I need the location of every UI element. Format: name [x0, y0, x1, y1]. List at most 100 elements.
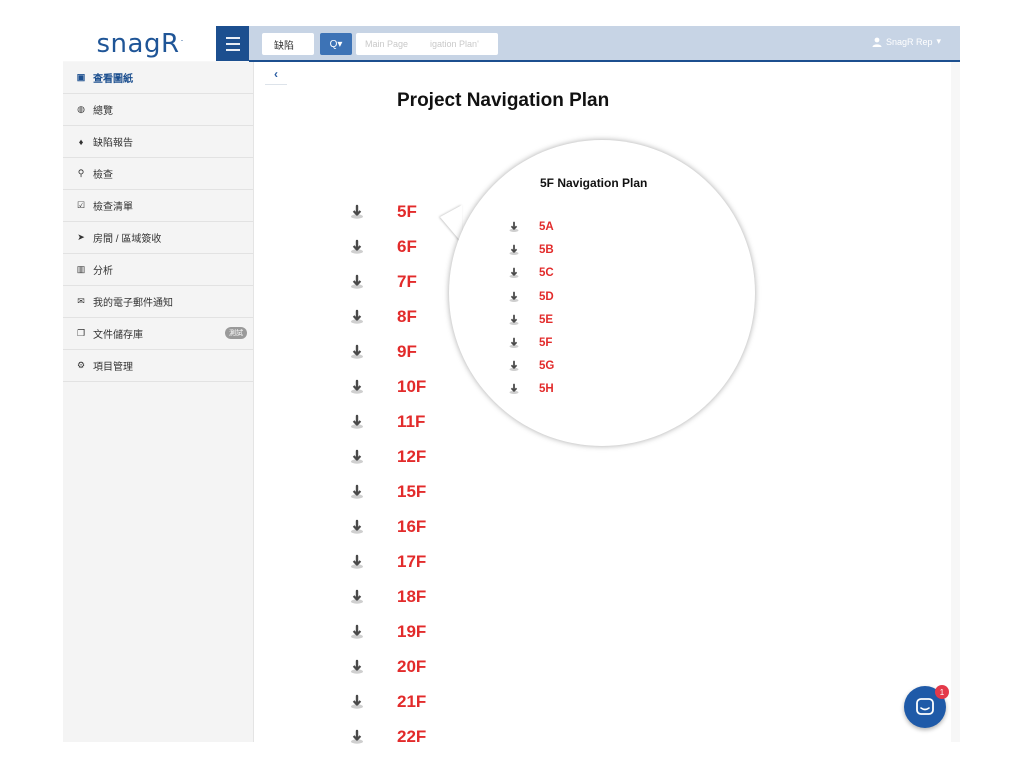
download-icon[interactable] — [348, 483, 366, 501]
floor-link[interactable]: 12F — [397, 447, 426, 467]
download-icon[interactable] — [348, 308, 366, 326]
floor-link[interactable]: 19F — [397, 622, 426, 642]
floor-link[interactable]: 8F — [397, 307, 417, 327]
breadcrumb-item[interactable]: Main Page — [365, 39, 408, 49]
sidebar-item-view-drawings[interactable]: ▣ 查看圖紙 — [63, 62, 253, 94]
floor-row: 8F — [348, 303, 417, 331]
floor-link[interactable]: 7F — [397, 272, 417, 292]
download-icon[interactable] — [348, 588, 366, 606]
sub-area-link[interactable]: 5G — [539, 360, 554, 372]
floor-link[interactable]: 21F — [397, 692, 426, 712]
floor-link[interactable]: 6F — [397, 237, 417, 257]
logo-mark: · — [180, 34, 184, 45]
download-icon[interactable] — [348, 413, 366, 431]
floor-row: 9F — [348, 338, 417, 366]
floor-link[interactable]: 18F — [397, 587, 426, 607]
sub-area-link[interactable]: 5B — [539, 244, 554, 256]
send-icon: ➤ — [77, 232, 85, 242]
sidebar-item-checklist[interactable]: ☑ 檢查清單 — [63, 190, 253, 222]
sidebar-item-overview[interactable]: ◍ 總覽 — [63, 94, 253, 126]
download-icon[interactable] — [348, 448, 366, 466]
logo-text: snagR — [96, 28, 180, 59]
floor-link[interactable]: 11F — [397, 412, 425, 432]
unread-badge: 1 — [935, 685, 949, 699]
search-icon: ⚲ — [77, 168, 85, 178]
floor-row: 6F — [348, 233, 417, 261]
sub-area-row: 5B — [507, 241, 554, 259]
map-marker-icon: ♦ — [78, 136, 84, 147]
sub-area-link[interactable]: 5A — [539, 221, 554, 233]
download-icon[interactable] — [507, 336, 521, 350]
sidebar-item-document-repository[interactable]: ❐ 文件儲存庫 測試 — [63, 318, 253, 350]
floor-link[interactable]: 9F — [397, 342, 417, 362]
sidebar-item-project-management[interactable]: ⚙ 項目管理 — [63, 350, 253, 382]
download-icon[interactable] — [348, 238, 366, 256]
sidebar-item-email-notifications[interactable]: ✉ 我的電子郵件通知 — [63, 286, 253, 318]
sidebar-item-inspection[interactable]: ⚲ 檢查 — [63, 158, 253, 190]
floor-link[interactable]: 22F — [397, 727, 426, 747]
sidebar-item-label: 總覽 — [93, 106, 113, 117]
sub-area-row: 5G — [507, 357, 554, 375]
floor-row: 22F — [348, 723, 426, 751]
sidebar-item-defect-report[interactable]: ♦ 缺陷報告 — [63, 126, 253, 158]
sidebar-item-analysis[interactable]: ▥ 分析 — [63, 254, 253, 286]
floor-link[interactable]: 17F — [397, 552, 426, 572]
download-icon[interactable] — [507, 266, 521, 280]
sidebar-item-room-signoff[interactable]: ➤ 房間 / 區域簽收 — [63, 222, 253, 254]
download-icon[interactable] — [507, 313, 521, 327]
download-icon[interactable] — [507, 359, 521, 373]
download-icon[interactable] — [348, 658, 366, 676]
download-icon[interactable] — [348, 553, 366, 571]
sub-area-row: 5H — [507, 380, 554, 398]
caret-down-icon: ▾ — [936, 36, 942, 46]
floor-link[interactable]: 20F — [397, 657, 426, 677]
floor-link[interactable]: 15F — [397, 482, 426, 502]
hamburger-icon — [225, 35, 240, 53]
back-button[interactable]: ‹ — [265, 64, 287, 85]
breadcrumb-item[interactable]: igation Plan' — [430, 39, 479, 49]
sub-area-link[interactable]: 5C — [539, 267, 554, 279]
floor-row: 12F — [348, 443, 426, 471]
sidebar-item-label: 項目管理 — [93, 362, 133, 373]
download-icon[interactable] — [507, 220, 521, 234]
image-icon: ▣ — [76, 72, 86, 82]
download-icon[interactable] — [348, 623, 366, 641]
sub-area-row: 5E — [507, 311, 553, 329]
download-icon[interactable] — [507, 243, 521, 257]
chat-icon — [916, 698, 934, 715]
checklist-icon: ☑ — [76, 200, 86, 210]
sub-area-link[interactable]: 5E — [539, 314, 553, 326]
floor-row: 16F — [348, 513, 426, 541]
search-input[interactable]: 缺陷 — [262, 33, 314, 55]
download-icon[interactable] — [348, 728, 366, 746]
sidebar-item-label: 房間 / 區域簽收 — [93, 234, 162, 245]
hamburger-menu-button[interactable] — [216, 26, 249, 61]
documents-icon: ❐ — [76, 328, 86, 338]
sub-area-link[interactable]: 5D — [539, 291, 554, 303]
download-icon[interactable] — [507, 382, 521, 396]
sidebar-item-label: 分析 — [93, 266, 113, 277]
download-icon[interactable] — [348, 378, 366, 396]
floor-row: 5F — [348, 198, 417, 226]
download-icon[interactable] — [348, 273, 366, 291]
floor-link[interactable]: 5F — [397, 202, 417, 222]
floor-link[interactable]: 16F — [397, 517, 426, 537]
download-icon[interactable] — [507, 290, 521, 304]
sub-area-row: 5F — [507, 334, 552, 352]
download-icon[interactable] — [348, 343, 366, 361]
sidebar-item-label: 檢查 — [93, 170, 113, 181]
sidebar-item-label: 缺陷報告 — [93, 138, 133, 149]
sub-area-link[interactable]: 5H — [539, 383, 554, 395]
floor-link[interactable]: 10F — [397, 377, 426, 397]
sub-area-link[interactable]: 5F — [539, 337, 552, 349]
floor-row: 15F — [348, 478, 426, 506]
search-options-button[interactable]: Q▾ — [320, 33, 352, 55]
user-menu[interactable]: SnagR Rep ▾ — [872, 36, 941, 47]
logo[interactable]: snagR · — [63, 26, 216, 61]
user-icon — [872, 37, 882, 47]
download-icon[interactable] — [348, 693, 366, 711]
download-icon[interactable] — [348, 203, 366, 221]
download-icon[interactable] — [348, 518, 366, 536]
floor-row: 18F — [348, 583, 426, 611]
sub-area-row: 5C — [507, 264, 554, 282]
